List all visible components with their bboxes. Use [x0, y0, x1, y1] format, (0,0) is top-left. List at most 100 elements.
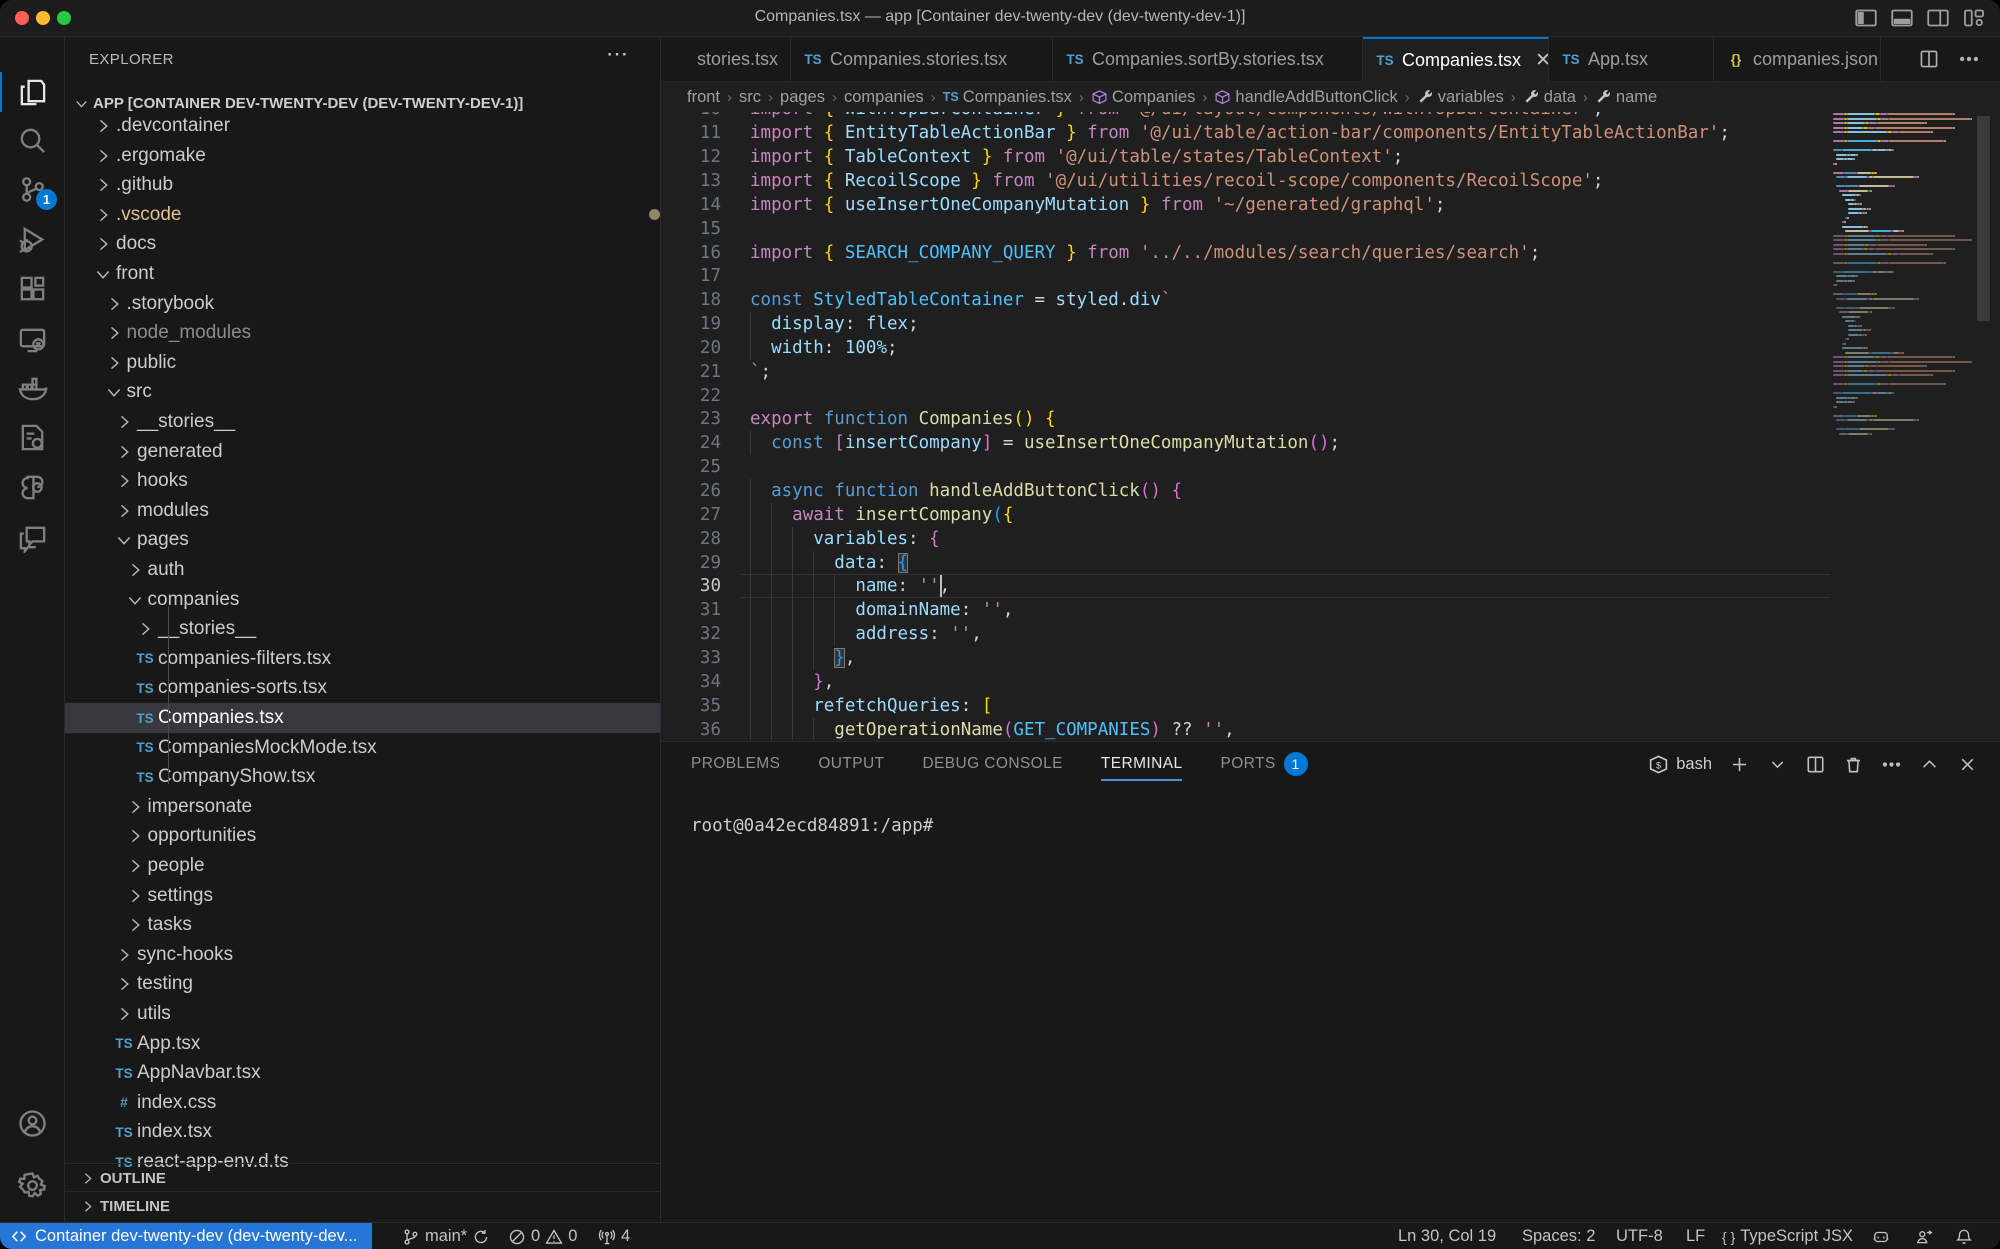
panel-tab-output[interactable]: OUTPUT	[818, 742, 884, 786]
tree-folder-opportunities[interactable]: opportunities	[65, 821, 661, 851]
breadcrumb-src[interactable]: ›src	[720, 88, 761, 107]
tree-folder-front[interactable]: front	[65, 259, 661, 289]
tree-folder-src[interactable]: src	[65, 377, 661, 407]
toggle-secondary-sidebar-icon[interactable]	[1926, 6, 1950, 30]
copilot-item[interactable]	[1872, 1223, 1890, 1249]
terminal-prompt[interactable]: root@0a42ecd84891:/app#	[691, 816, 933, 836]
feedback-item[interactable]	[1915, 1223, 1933, 1249]
breadcrumb-companies[interactable]: ›Companies	[1072, 88, 1195, 107]
language-mode-item[interactable]: { }TypeScript JSX	[1722, 1223, 1853, 1249]
tree-folder-settings[interactable]: settings	[65, 881, 661, 911]
breadcrumb-pages[interactable]: ›pages	[761, 88, 825, 107]
tree-folder-public[interactable]: public	[65, 348, 661, 378]
more-actions-icon[interactable]	[1881, 754, 1902, 775]
activity-explorer[interactable]	[0, 68, 64, 116]
tree-file-companies-filters.tsx[interactable]: TScompanies-filters.tsx	[65, 644, 661, 674]
tree-folder-auth[interactable]: auth	[65, 555, 661, 585]
tree-folder-.github[interactable]: .github	[65, 170, 661, 200]
tab-companies.stories.tsx[interactable]: TSCompanies.stories.tsx	[791, 37, 1053, 81]
cursor-position-item[interactable]: Ln 30, Col 19	[1398, 1223, 1496, 1249]
ports-item[interactable]: 4	[598, 1223, 630, 1249]
activity-chat[interactable]	[0, 513, 64, 561]
notifications-bell-item[interactable]	[1955, 1223, 1973, 1249]
activity-accounts[interactable]	[0, 1099, 64, 1147]
close-tab-icon[interactable]: ✕	[1535, 49, 1549, 72]
tree-folder-__stories__[interactable]: __stories__	[65, 407, 661, 437]
tree-folder-tasks[interactable]: tasks	[65, 910, 661, 940]
breadcrumb-data[interactable]: ›data	[1504, 88, 1576, 107]
tree-folder-node_modules[interactable]: node_modules	[65, 318, 661, 348]
tab-companies.sortby.stories.tsx[interactable]: TSCompanies.sortBy.stories.tsx	[1053, 37, 1363, 81]
explorer-more-actions-icon[interactable]: ⋯	[606, 41, 630, 67]
tree-file-companyshow.tsx[interactable]: TSCompanyShow.tsx	[65, 762, 661, 792]
tree-folder-sync-hooks[interactable]: sync-hooks	[65, 940, 661, 970]
split-terminal-icon[interactable]	[1805, 754, 1826, 775]
breadcrumb-variables[interactable]: ›variables	[1398, 88, 1504, 107]
tab-companies.json[interactable]: {}companies.json	[1714, 37, 1881, 81]
activity-source-control[interactable]: 1	[0, 165, 64, 213]
tree-file-index.tsx[interactable]: TSindex.tsx	[65, 1117, 661, 1147]
maximize-panel-icon[interactable]	[1919, 754, 1940, 775]
activity-search[interactable]	[0, 116, 64, 164]
close-panel-icon[interactable]	[1957, 754, 1978, 775]
tab-stories.tsx[interactable]: stories.tsx	[661, 37, 791, 81]
tree-folder-.devcontainer[interactable]: .devcontainer	[65, 111, 661, 141]
breadcrumb-front[interactable]: front	[687, 88, 720, 107]
timeline-section-header[interactable]: TIMELINE	[65, 1191, 660, 1220]
customize-layout-icon[interactable]	[1962, 6, 1986, 30]
minimap[interactable]	[1831, 112, 1972, 740]
toggle-primary-sidebar-icon[interactable]	[1854, 6, 1878, 30]
tree-folder-utils[interactable]: utils	[65, 999, 661, 1029]
outline-section-header[interactable]: OUTLINE	[65, 1163, 660, 1192]
tree-file-companies.tsx[interactable]: TSCompanies.tsx	[65, 703, 661, 733]
indentation-item[interactable]: Spaces: 2	[1522, 1223, 1595, 1249]
breadcrumb-handleaddbuttonclick[interactable]: ›handleAddButtonClick	[1195, 88, 1397, 107]
tree-folder-generated[interactable]: generated	[65, 437, 661, 467]
problems-item[interactable]: 00	[508, 1223, 577, 1249]
activity-manage-settings[interactable]	[0, 1161, 64, 1209]
tree-folder-.storybook[interactable]: .storybook	[65, 289, 661, 319]
breadcrumb-name[interactable]: ›name	[1576, 88, 1657, 107]
tree-folder-testing[interactable]: testing	[65, 969, 661, 999]
remote-indicator[interactable]: Container dev-twenty-dev (dev-twenty-dev…	[0, 1223, 372, 1249]
activity-run-and-debug[interactable]	[0, 215, 64, 263]
tree-folder-.vscode[interactable]: .vscode	[65, 200, 661, 230]
title-bar[interactable]: Companies.tsx — app [Container dev-twent…	[0, 0, 2000, 37]
tree-folder-.ergomake[interactable]: .ergomake	[65, 141, 661, 171]
activity-remote-explorer[interactable]	[0, 315, 64, 363]
tab-app.tsx[interactable]: TSApp.tsx	[1549, 37, 1714, 81]
toggle-panel-icon[interactable]	[1890, 6, 1914, 30]
tree-folder-hooks[interactable]: hooks	[65, 466, 661, 496]
editor-scrollbar[interactable]	[1974, 112, 1994, 740]
panel-tab-debug-console[interactable]: DEBUG CONSOLE	[922, 742, 1062, 786]
code-editor[interactable]: 10import { WithTopBarContainer } from '@…	[661, 112, 2000, 740]
panel-tab-problems[interactable]: PROBLEMS	[691, 742, 780, 786]
activity-dev-containers[interactable]	[0, 413, 64, 461]
activity-extensions[interactable]	[0, 265, 64, 313]
tree-file-companies-sorts.tsx[interactable]: TScompanies-sorts.tsx	[65, 673, 661, 703]
tree-folder-pages[interactable]: pages	[65, 525, 661, 555]
tree-folder-companies[interactable]: companies	[65, 585, 661, 615]
split-editor-icon[interactable]	[1918, 48, 1940, 70]
terminal-picker-icon[interactable]	[1767, 754, 1788, 775]
tree-file-app.tsx[interactable]: TSApp.tsx	[65, 1029, 661, 1059]
eol-item[interactable]: LF	[1686, 1223, 1705, 1249]
tree-folder-docs[interactable]: docs	[65, 229, 661, 259]
tree-folder-people[interactable]: people	[65, 851, 661, 881]
tree-file-companiesmockmode.tsx[interactable]: TSCompaniesMockMode.tsx	[65, 733, 661, 763]
tree-folder-modules[interactable]: modules	[65, 496, 661, 526]
encoding-item[interactable]: UTF-8	[1616, 1223, 1663, 1249]
breadcrumb-companies.tsx[interactable]: ›TSCompanies.tsx	[924, 88, 1072, 107]
kill-terminal-icon[interactable]	[1843, 754, 1864, 775]
tree-file-index.css[interactable]: #index.css	[65, 1088, 661, 1118]
panel-tab-ports[interactable]: PORTS1	[1220, 742, 1307, 786]
tree-folder-__stories__[interactable]: __stories__	[65, 614, 661, 644]
activity-figma[interactable]	[0, 463, 64, 511]
more-actions-icon[interactable]	[1958, 48, 1980, 70]
scrollbar-thumb[interactable]	[1977, 116, 1990, 321]
tree-folder-impersonate[interactable]: impersonate	[65, 792, 661, 822]
activity-docker[interactable]	[0, 364, 64, 412]
tab-companies.tsx[interactable]: TSCompanies.tsx✕	[1363, 37, 1549, 82]
tree-file-appnavbar.tsx[interactable]: TSAppNavbar.tsx	[65, 1058, 661, 1088]
terminal-shell-label[interactable]: $bash	[1648, 754, 1712, 775]
